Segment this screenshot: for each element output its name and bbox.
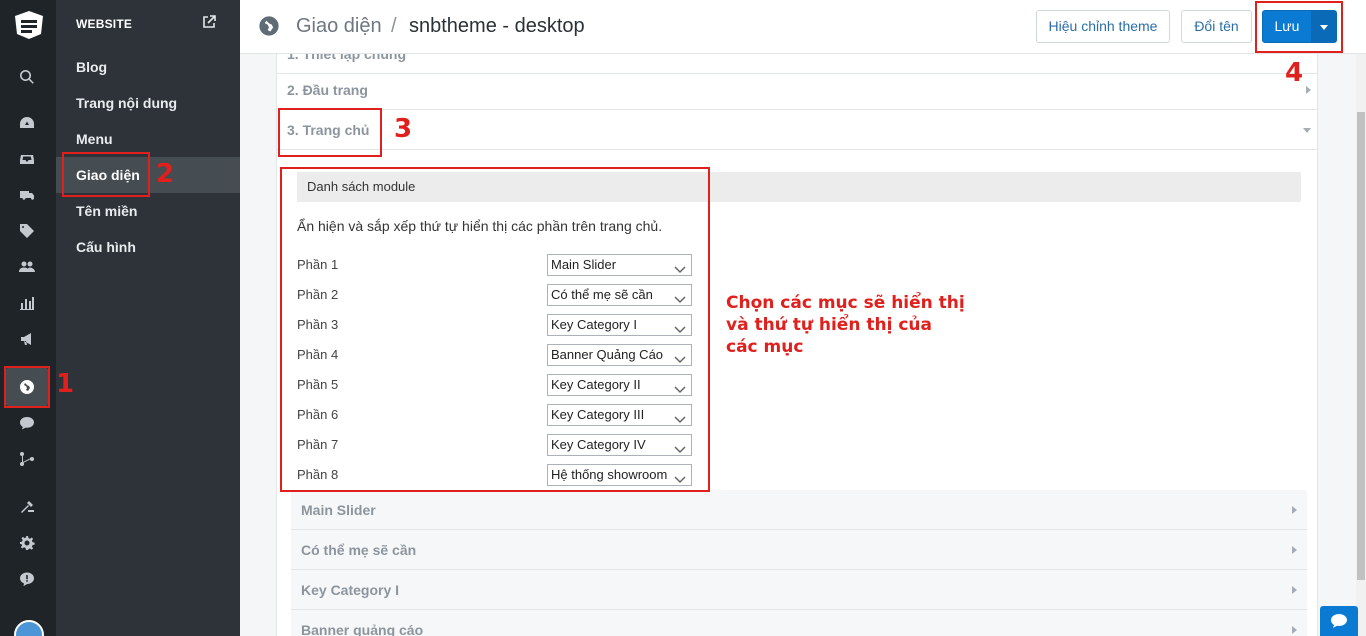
menu-item-blog[interactable]: Blog xyxy=(56,49,240,85)
top-bar: Giao diện / snbtheme - desktop Hiệu chỉn… xyxy=(240,0,1366,54)
users-icon[interactable] xyxy=(16,256,38,278)
dashboard-icon[interactable] xyxy=(16,112,38,134)
gear-icon[interactable] xyxy=(16,532,38,554)
annotation-box-2 xyxy=(62,152,150,197)
subsection-label: Có thể mẹ sẽ cần xyxy=(301,542,417,558)
scrollbar[interactable] xyxy=(1356,54,1366,636)
chart-bar-icon[interactable] xyxy=(16,292,38,314)
subsection-label: Main Slider xyxy=(301,502,376,518)
scrollbar-thumb[interactable] xyxy=(1357,112,1365,580)
annotation-box-1 xyxy=(4,366,50,408)
breadcrumb-separator: / xyxy=(391,15,397,37)
megaphone-icon[interactable] xyxy=(16,328,38,350)
chevron-right-icon xyxy=(1292,506,1297,514)
subsection-key-category-1[interactable]: Key Category I xyxy=(291,570,1307,610)
search-icon[interactable] xyxy=(16,66,38,88)
chat-bubble-icon[interactable] xyxy=(16,412,38,434)
annotation-note: Chọn các mục sẽ hiển thị và thứ tự hiển … xyxy=(726,293,965,357)
icon-rail xyxy=(0,0,56,636)
section-label: 2. Đầu trang xyxy=(287,82,368,98)
subsection-label: Key Category I xyxy=(301,582,400,598)
globe-icon xyxy=(258,15,280,37)
external-link-icon[interactable] xyxy=(202,15,216,29)
truck-icon[interactable] xyxy=(16,184,38,206)
section-header[interactable]: 2. Đầu trang xyxy=(277,70,1317,110)
website-menu: WEBSITE Blog Trang nội dung Menu Giao di… xyxy=(56,0,240,636)
menu-item-domains[interactable]: Tên miền xyxy=(56,193,240,229)
menu-heading: WEBSITE xyxy=(76,17,133,31)
annotation-box-3 xyxy=(278,108,382,157)
chevron-right-icon xyxy=(1292,546,1297,554)
menu-item-pages[interactable]: Trang nội dung xyxy=(56,85,240,121)
annotation-number-4: 4 xyxy=(1285,58,1304,88)
chevron-right-icon xyxy=(1292,626,1297,634)
integration-icon[interactable] xyxy=(16,448,38,470)
page-title: snbtheme - desktop xyxy=(409,15,585,37)
subsection-mom-needs[interactable]: Có thể mẹ sẽ cần xyxy=(291,530,1307,570)
chat-launcher-icon[interactable] xyxy=(1320,606,1358,636)
chevron-right-icon xyxy=(1306,86,1311,94)
inbox-icon[interactable] xyxy=(16,148,38,170)
rename-button[interactable]: Đổi tên xyxy=(1181,10,1252,43)
subsection-main-slider[interactable]: Main Slider xyxy=(291,490,1307,530)
chevron-right-icon xyxy=(1292,586,1297,594)
annotation-number-3: 3 xyxy=(394,114,413,144)
subsection-banner[interactable]: Banner quảng cáo xyxy=(291,610,1307,636)
chevron-down-icon xyxy=(1303,128,1311,133)
annotation-number-1: 1 xyxy=(56,369,75,399)
tools-icon[interactable] xyxy=(16,496,38,518)
annotation-box-4 xyxy=(1255,1,1343,53)
section-home[interactable]: 3. Trang chủ xyxy=(277,110,1317,150)
edit-theme-button[interactable]: Hiệu chỉnh theme xyxy=(1036,10,1170,43)
logo-icon[interactable] xyxy=(12,8,46,42)
section-label: 1. Thiết lập chung xyxy=(287,54,407,62)
subsection-label: Banner quảng cáo xyxy=(301,622,424,636)
tag-icon[interactable] xyxy=(16,220,38,242)
annotation-box-module-list xyxy=(280,167,710,492)
menu-item-settings[interactable]: Cấu hình xyxy=(56,229,240,265)
breadcrumb-parent[interactable]: Giao diện xyxy=(296,15,382,38)
feedback-icon[interactable] xyxy=(16,568,38,590)
annotation-number-2: 2 xyxy=(156,159,175,189)
avatar[interactable] xyxy=(14,620,44,636)
